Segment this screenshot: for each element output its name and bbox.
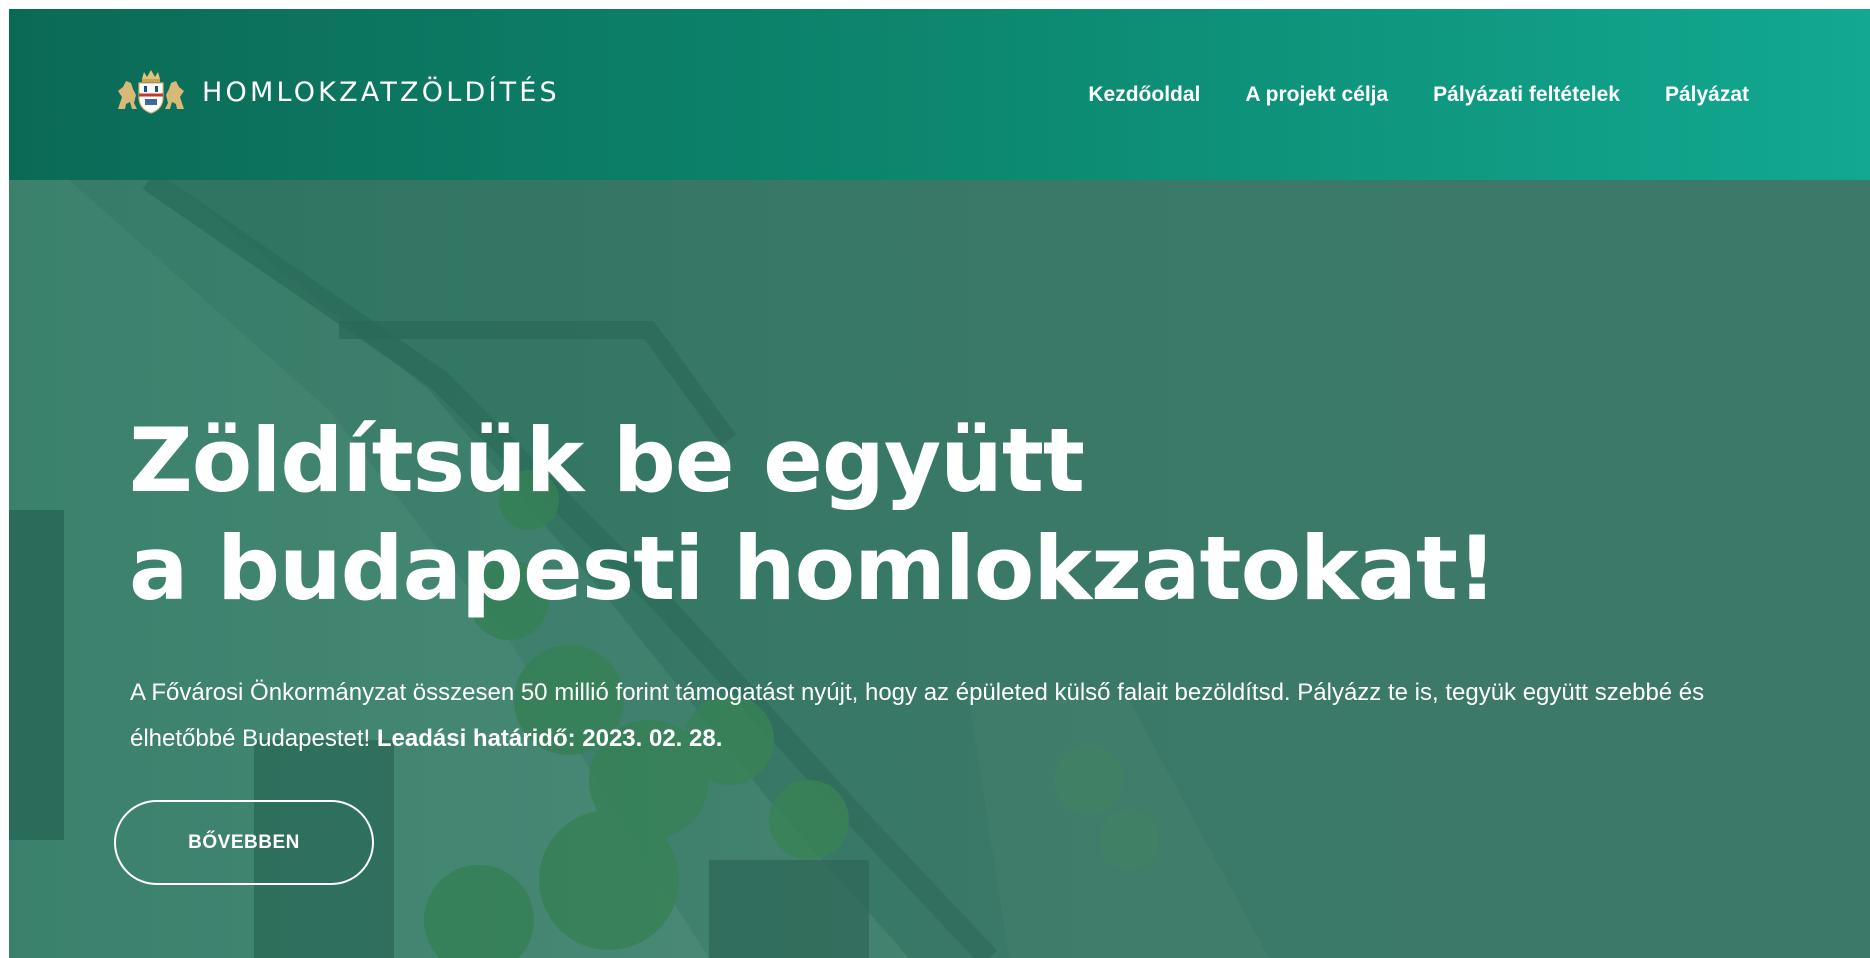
site-logo[interactable]: HOMLOKZATZÖLDÍTÉS <box>114 69 560 115</box>
nav-item-application[interactable]: Pályázat <box>1665 83 1749 107</box>
nav-item-project-goal[interactable]: A projekt célja <box>1245 83 1388 107</box>
page-frame: HOMLOKZATZÖLDÍTÉS Kezdőoldal A projekt c… <box>9 9 1870 958</box>
hero-title-line-1: Zöldítsük be együtt <box>129 409 1085 512</box>
hero-title-line-2: a budapesti homlokzatokat! <box>129 517 1497 620</box>
logo-text: HOMLOKZATZÖLDÍTÉS <box>202 76 560 108</box>
nav-item-application-terms[interactable]: Pályázati feltételek <box>1433 83 1620 107</box>
nav-item-home[interactable]: Kezdőoldal <box>1088 83 1200 107</box>
budapest-coat-of-arms-icon <box>118 70 184 114</box>
hero-section: Zöldítsük be együtt a budapesti homlokza… <box>9 180 1870 958</box>
more-button[interactable]: BŐVEBBEN <box>114 800 374 885</box>
hero-description-text: A Fővárosi Önkormányzat összesen 50 mill… <box>130 679 1705 752</box>
hero-description: A Fővárosi Önkormányzat összesen 50 mill… <box>130 670 1730 762</box>
deadline-text: Leadási határidő: 2023. 02. 28. <box>376 725 723 752</box>
main-nav: Kezdőoldal A projekt célja Pályázati fel… <box>1088 83 1749 107</box>
site-header: HOMLOKZATZÖLDÍTÉS Kezdőoldal A projekt c… <box>9 9 1870 180</box>
hero-title: Zöldítsük be együtt a budapesti homlokza… <box>129 407 1497 623</box>
